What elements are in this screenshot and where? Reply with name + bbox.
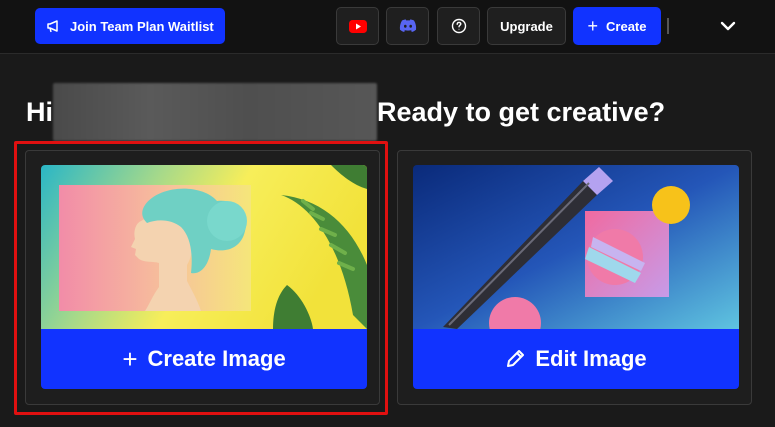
create-image-label: Create Image — [147, 346, 286, 371]
greeting-prefix: Hi — [26, 96, 53, 127]
create-image-preview — [41, 165, 367, 329]
youtube-icon — [348, 19, 367, 33]
create-button[interactable]: + Create — [573, 7, 661, 45]
divider — [667, 18, 669, 34]
edit-image-card[interactable]: Edit Image — [397, 150, 752, 405]
greeting-suffix: Ready to get creative? — [377, 96, 666, 127]
page-greeting: Hi Ready to get creative? — [26, 83, 666, 141]
plus-icon: + — [587, 16, 599, 36]
waitlist-label: Join Team Plan Waitlist — [70, 18, 214, 34]
edit-image-illustration — [413, 165, 739, 329]
account-menu-toggle[interactable] — [714, 13, 742, 39]
help-circle-icon — [451, 18, 466, 34]
join-team-plan-waitlist-button[interactable]: Join Team Plan Waitlist — [35, 8, 225, 44]
discord-button[interactable] — [386, 7, 429, 45]
edit-image-button[interactable]: Edit Image — [413, 329, 739, 389]
upgrade-label: Upgrade — [500, 18, 553, 34]
plus-icon: + — [122, 344, 138, 374]
discord-icon — [399, 19, 416, 32]
create-image-illustration — [41, 165, 367, 329]
megaphone-icon — [47, 20, 58, 33]
edit-image-label: Edit Image — [535, 346, 647, 371]
top-bar: Join Team Plan Waitlist Upgrade + Create — [0, 0, 775, 54]
create-image-card[interactable]: + Create Image — [25, 150, 380, 405]
create-label: Create — [606, 18, 647, 34]
help-button[interactable] — [437, 7, 480, 45]
edit-image-preview — [413, 165, 739, 329]
pencil-icon — [507, 350, 525, 367]
redacted-user-name — [53, 83, 377, 141]
youtube-button[interactable] — [336, 7, 379, 45]
upgrade-button[interactable]: Upgrade — [487, 7, 566, 45]
create-image-button[interactable]: + Create Image — [41, 329, 367, 389]
chevron-down-icon — [720, 21, 736, 31]
